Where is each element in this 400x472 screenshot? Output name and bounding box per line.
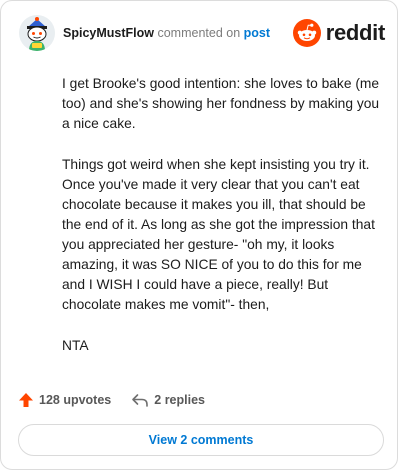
upvote-button[interactable]: 128 upvotes xyxy=(18,392,111,408)
upvote-count: 128 upvotes xyxy=(39,393,112,407)
replies-count: 2 replies xyxy=(154,393,205,407)
action-text: commented on xyxy=(157,26,241,40)
snoo-avatar-icon xyxy=(19,15,55,51)
author-line: SpicyMustFlow commented on post xyxy=(63,25,270,41)
view-comments-button[interactable]: View 2 comments xyxy=(18,424,384,456)
comment-paragraph: NTA xyxy=(62,338,89,353)
comment-body: I get Brooke's good intention: she loves… xyxy=(62,74,382,377)
author-name[interactable]: SpicyMustFlow xyxy=(63,26,154,40)
reddit-logo[interactable]: reddit xyxy=(292,19,386,47)
logo-text: reddit xyxy=(325,20,386,45)
reply-arrow-icon xyxy=(132,394,149,407)
replies-button[interactable]: 2 replies xyxy=(131,392,205,408)
comment-card: SpicyMustFlow commented on post reddit I… xyxy=(0,0,398,470)
comment-stats: 128 upvotes 2 replies xyxy=(18,391,205,409)
comment-paragraph: Things got weird when she kept insisting… xyxy=(62,157,375,312)
upvote-arrow-icon xyxy=(19,393,33,407)
reddit-snoo-icon xyxy=(292,19,321,47)
avatar[interactable] xyxy=(19,15,55,51)
comment-paragraph: I get Brooke's good intention: she loves… xyxy=(62,76,380,131)
comment-header: SpicyMustFlow commented on post reddit xyxy=(19,15,385,55)
post-link[interactable]: post xyxy=(244,26,270,40)
